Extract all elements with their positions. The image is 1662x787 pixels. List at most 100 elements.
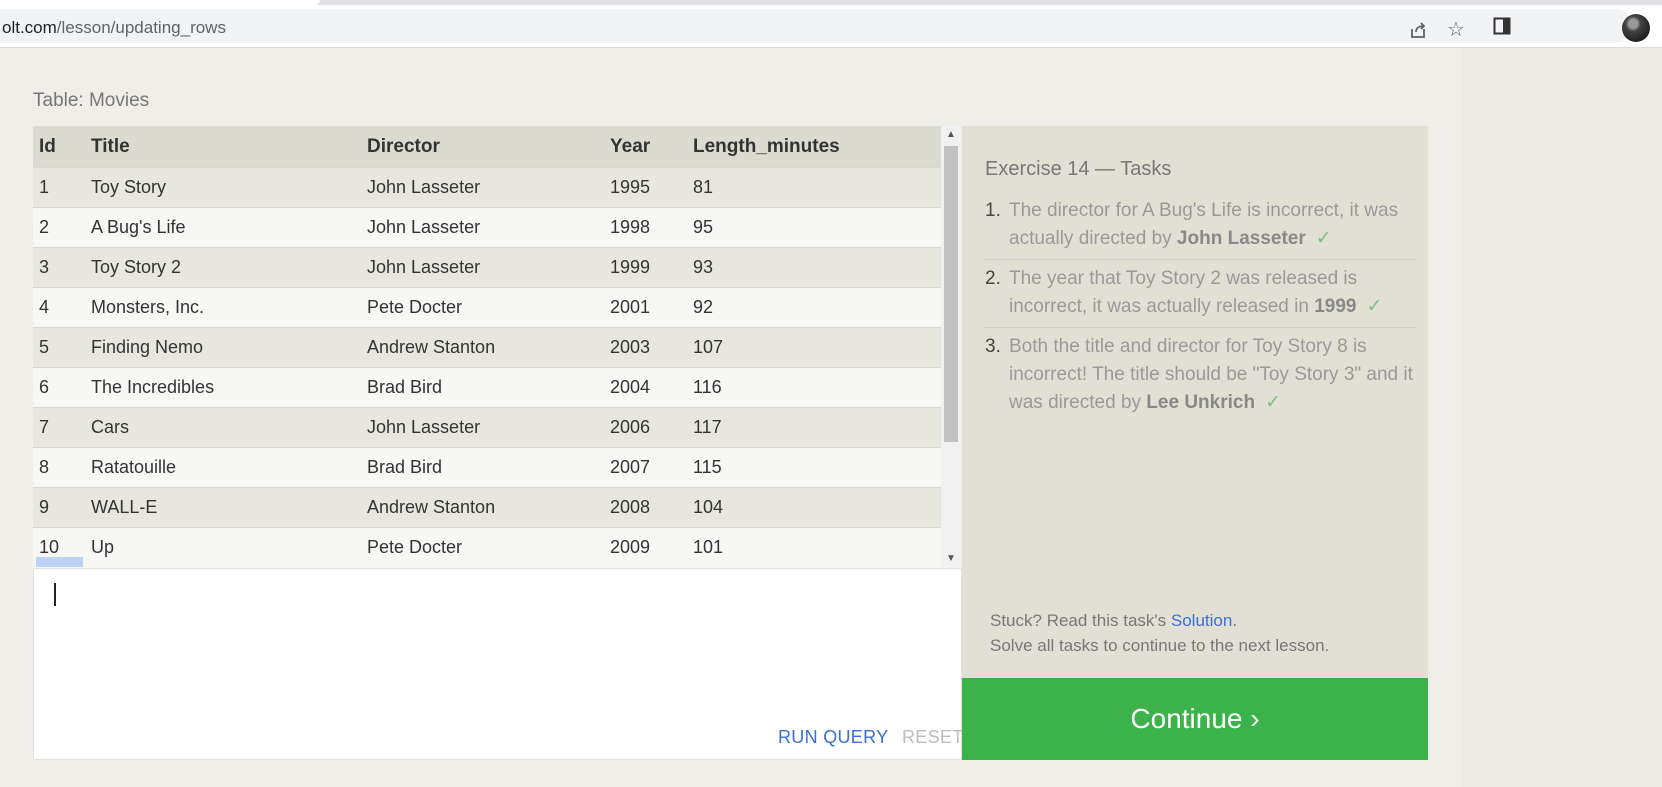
table-cell-director: John Lasseter — [361, 167, 604, 208]
table-row: 1 Toy Story John Lasseter 1995 81 — [33, 167, 941, 208]
table-cell-title: Toy Story 2 — [85, 247, 361, 288]
table-cell-year: 2009 — [604, 527, 687, 567]
table-cell-id: 3 — [33, 247, 85, 288]
table-cell-length_minutes: 115 — [687, 447, 941, 488]
table-cell-title: Cars — [85, 407, 361, 448]
table-cell-length_minutes: 95 — [687, 207, 941, 248]
table-cell-id: 1 — [33, 167, 85, 208]
table-cell-id: 9 — [33, 487, 85, 528]
table-cell-length_minutes: 116 — [687, 367, 941, 408]
table-cell-director: Brad Bird — [361, 367, 604, 408]
task-item: 2. The year that Toy Story 2 was released… — [985, 259, 1415, 327]
table-cell-title: Finding Nemo — [85, 327, 361, 368]
help-suffix: . — [1232, 611, 1238, 630]
table-row: 8 Ratatouille Brad Bird 2007 115 — [33, 447, 941, 488]
lesson-page: Table: Movies Id Title Director Year Len… — [0, 48, 1462, 787]
table-cell-title: The Incredibles — [85, 367, 361, 408]
table-cell-length_minutes: 92 — [687, 287, 941, 328]
table-row: 9 WALL-E Andrew Stanton 2008 104 — [33, 487, 941, 528]
task-text: The year that Toy Story 2 was released i… — [1009, 268, 1358, 317]
table-cell-director: Pete Docter — [361, 527, 604, 567]
table-cell-length_minutes: 104 — [687, 487, 941, 528]
task-item: 1. The director for A Bug's Life is incor… — [985, 192, 1415, 259]
table-cell-id: 6 — [33, 367, 85, 408]
table-cell-id: 2 — [33, 207, 85, 248]
table-cell-director: Andrew Stanton — [361, 487, 604, 528]
table-row: 7 Cars John Lasseter 2006 117 — [33, 407, 941, 448]
share-icon[interactable] — [1404, 16, 1432, 44]
help-line-2: Solve all tasks to continue to the next … — [990, 636, 1330, 655]
continue-button[interactable]: Continue › — [962, 678, 1428, 760]
table-cell-id: 7 — [33, 407, 85, 448]
column-header: Year — [604, 127, 687, 168]
tasks-panel: Exercise 14 — Tasks 1. The director for A… — [962, 126, 1428, 678]
table-cell-year: 1995 — [604, 167, 687, 208]
table-cell-length_minutes: 107 — [687, 327, 941, 368]
table-cell-director: Andrew Stanton — [361, 327, 604, 368]
results-table: Id Title Director Year Length_minutes 1T… — [33, 127, 941, 567]
text-cursor — [54, 583, 56, 606]
solution-link[interactable]: Solution — [1171, 611, 1232, 630]
table-row: 6 The Incredibles Brad Bird 2004 116 — [33, 367, 941, 408]
query-editor[interactable]: RUN QUERY RESET — [33, 557, 964, 760]
reset-button[interactable]: RESET — [902, 727, 964, 748]
scroll-up-arrow-icon[interactable]: ▲ — [941, 126, 961, 144]
column-header: Length_minutes — [687, 127, 941, 168]
table-cell-year: 2007 — [604, 447, 687, 488]
table-row: 4 Monsters, Inc. Pete Docter 2001 92 — [33, 287, 941, 328]
table-header-row: Id Title Director Year Length_minutes — [33, 127, 941, 168]
page-gutter — [1462, 48, 1662, 787]
table-cell-year: 2006 — [604, 407, 687, 448]
table-cell-year: 2003 — [604, 327, 687, 368]
check-icon: ✓ — [1315, 228, 1332, 249]
table-cell-year: 1999 — [604, 247, 687, 288]
url-path: /lesson/updating_rows — [56, 18, 226, 37]
side-panel-icon[interactable] — [1488, 12, 1516, 40]
table-cell-title: Ratatouille — [85, 447, 361, 488]
column-header: Director — [361, 127, 604, 168]
table-cell-year: 2008 — [604, 487, 687, 528]
table-cell-year: 2004 — [604, 367, 687, 408]
address-bar: olt.com/lesson/updating_rows ☆ — [0, 5, 1662, 48]
table-cell-director: John Lasseter — [361, 407, 604, 448]
table-cell-title: Up — [85, 527, 361, 567]
table-row: 5 Finding Nemo Andrew Stanton 2003 107 — [33, 327, 941, 368]
table-cell-length_minutes: 93 — [687, 247, 941, 288]
table-cell-title: A Bug's Life — [85, 207, 361, 248]
url-host: olt.com — [2, 18, 57, 37]
url-text[interactable]: olt.com/lesson/updating_rows — [2, 18, 226, 38]
table-cell-title: Monsters, Inc. — [85, 287, 361, 328]
star-icon[interactable]: ☆ — [1442, 16, 1470, 44]
table-cell-id: 4 — [33, 287, 85, 328]
avatar[interactable] — [1622, 14, 1650, 42]
url-field[interactable]: olt.com/lesson/updating_rows ☆ — [0, 9, 1632, 43]
table-cell-length_minutes: 117 — [687, 407, 941, 448]
table-cell-id: 5 — [33, 327, 85, 368]
task-number: 1. — [985, 200, 1001, 221]
table-scrollbar[interactable]: ▲ ▼ — [941, 126, 961, 568]
task-answer: Lee Unkrich — [1146, 392, 1256, 413]
table-cell-year: 1998 — [604, 207, 687, 248]
column-header: Id — [33, 127, 85, 168]
run-query-button[interactable]: RUN QUERY — [778, 727, 888, 748]
task-number: 2. — [985, 268, 1001, 289]
table-cell-director: Pete Docter — [361, 287, 604, 328]
task-list: 1. The director for A Bug's Life is incor… — [985, 192, 1415, 423]
scroll-down-arrow-icon[interactable]: ▼ — [941, 550, 961, 568]
table-cell-year: 2001 — [604, 287, 687, 328]
table-cell-director: John Lasseter — [361, 247, 604, 288]
task-item: 3. Both the title and director for Toy St… — [985, 327, 1415, 423]
help-text: Stuck? Read this task's Solution. Solve … — [990, 608, 1329, 658]
results-table-container: Id Title Director Year Length_minutes 1T… — [33, 126, 943, 569]
table-row: 3 Toy Story 2 John Lasseter 1999 93 — [33, 247, 941, 288]
table-cell-title: WALL-E — [85, 487, 361, 528]
task-number: 3. — [985, 336, 1001, 357]
scroll-thumb[interactable] — [944, 146, 958, 442]
table-caption: Table: Movies — [33, 90, 150, 111]
help-prefix: Stuck? Read this task's — [990, 611, 1171, 630]
task-answer: 1999 — [1314, 296, 1357, 317]
tasks-title: Exercise 14 — Tasks — [985, 158, 1172, 180]
selection-highlight — [36, 557, 83, 567]
table-cell-length_minutes: 101 — [687, 527, 941, 567]
table-cell-director: Brad Bird — [361, 447, 604, 488]
